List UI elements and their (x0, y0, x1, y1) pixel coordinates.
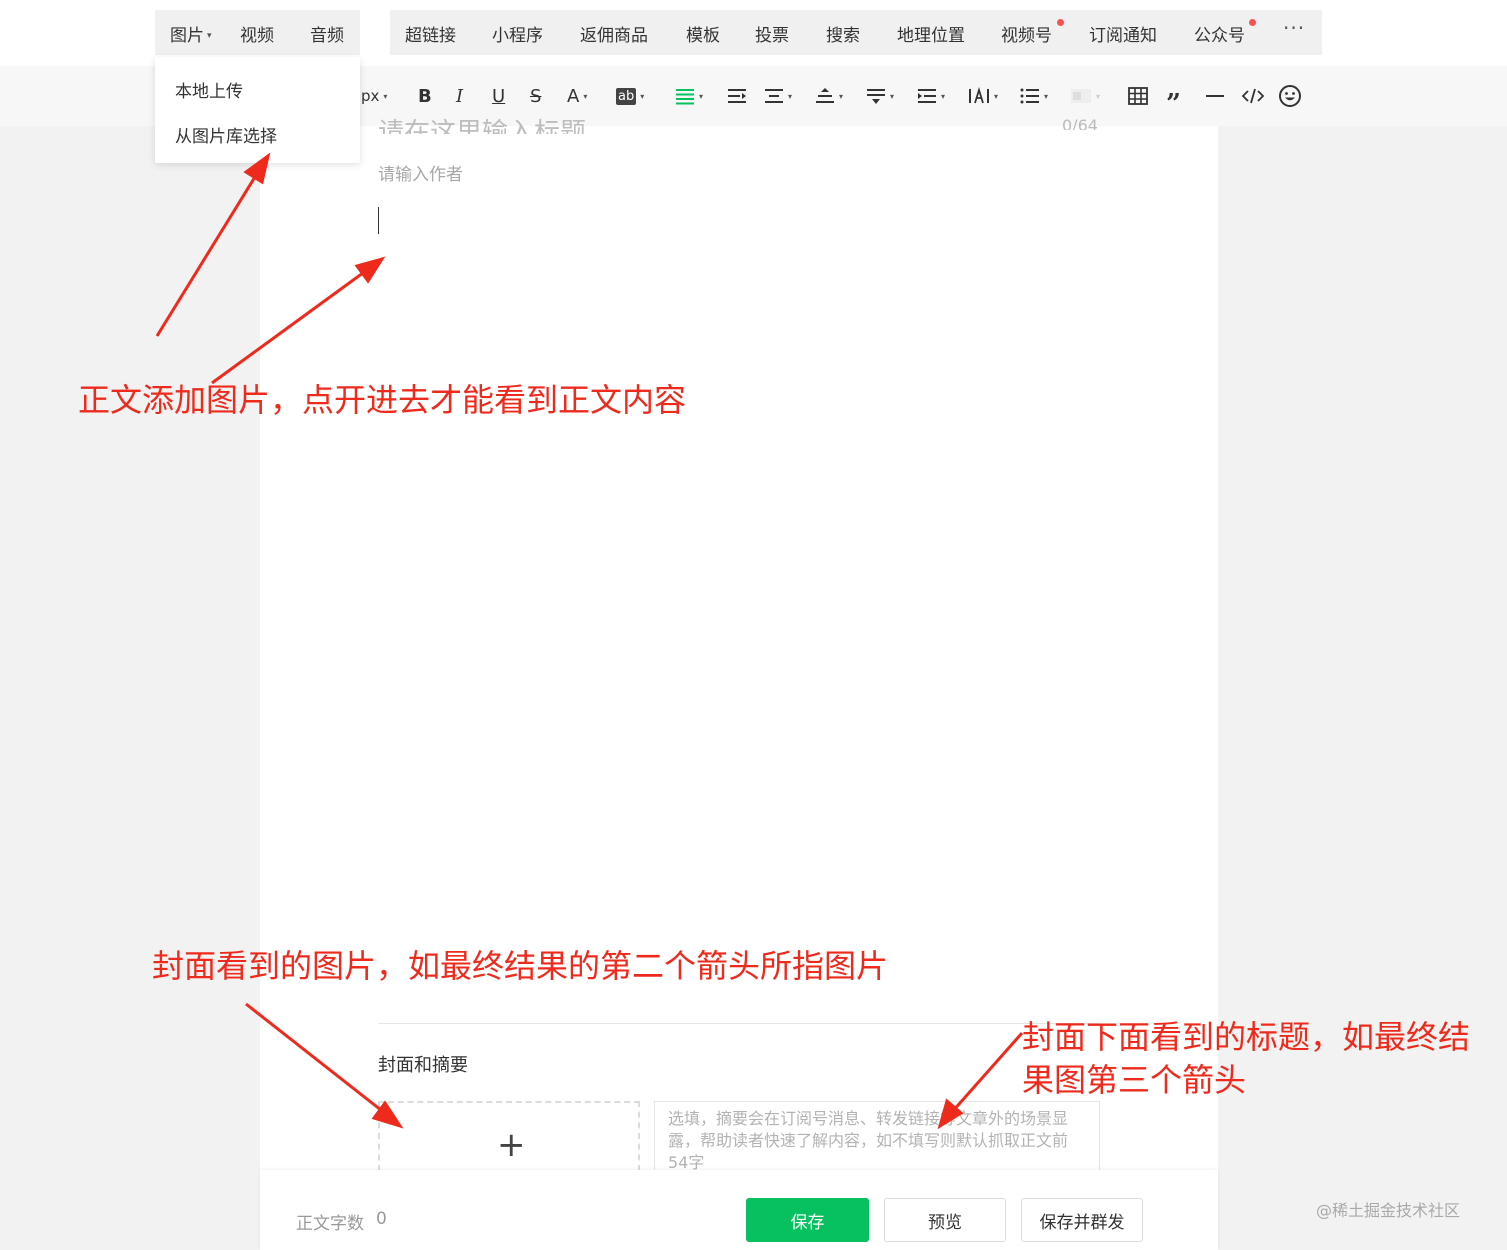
annotation-arrows (155, 152, 1024, 1130)
arrowhead-2 (354, 256, 386, 284)
preview-button[interactable]: 预览 (884, 1198, 1006, 1242)
save-button[interactable]: 保存 (746, 1198, 869, 1242)
save-and-send-button[interactable]: 保存并群发 (1021, 1198, 1143, 1242)
arrow-to-body (211, 268, 368, 385)
arrow-to-cover (245, 1002, 387, 1116)
watermark: @稀土掘金技术社区 (1316, 1201, 1461, 1220)
arrow-to-image-library (155, 171, 260, 337)
arrow-to-summary (950, 1032, 1024, 1113)
word-count-label: 正文字数 (296, 1214, 364, 1234)
word-count-value: 0 (376, 1209, 387, 1229)
arrowhead-1 (243, 152, 271, 185)
